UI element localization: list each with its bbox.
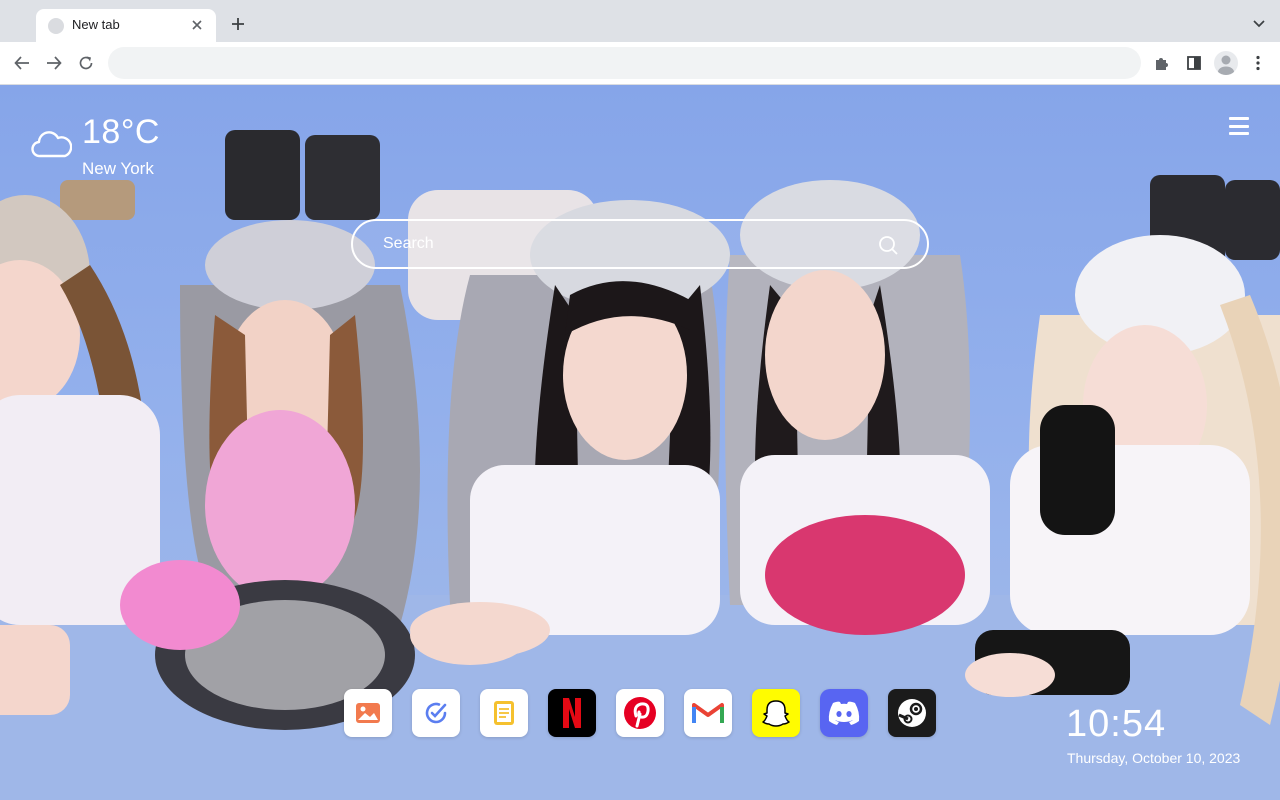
kebab-menu-icon[interactable]	[1248, 53, 1268, 73]
image-icon[interactable]	[344, 689, 392, 737]
search-box[interactable]	[351, 219, 929, 269]
address-input[interactable]	[124, 55, 1125, 71]
city-name: New York	[82, 159, 154, 178]
pinterest-icon[interactable]	[616, 689, 664, 737]
tab-strip: New tab	[0, 0, 1280, 42]
reload-icon[interactable]	[75, 52, 97, 74]
new-tab-plus-icon[interactable]	[228, 14, 248, 34]
side-panel-icon[interactable]	[1184, 53, 1204, 73]
forward-arrow-icon[interactable]	[43, 52, 65, 74]
steam-icon[interactable]	[888, 689, 936, 737]
cloud-icon	[30, 129, 73, 159]
clock-time: 10:54	[1066, 703, 1167, 745]
browser-toolbar	[0, 42, 1280, 85]
tab-new-tab[interactable]: New tab	[36, 9, 216, 42]
checkmark-circle-icon[interactable]	[412, 689, 460, 737]
shortcut-dock	[344, 689, 944, 737]
weather-widget[interactable]: 18°C New York	[30, 111, 180, 181]
hamburger-menu-icon[interactable]	[1229, 117, 1249, 135]
search-input[interactable]	[383, 221, 863, 267]
search-icon[interactable]	[877, 234, 899, 256]
clock-date: Thursday, October 10, 2023	[1067, 750, 1241, 766]
address-bar[interactable]	[108, 47, 1141, 79]
close-icon[interactable]	[188, 16, 206, 34]
temperature: 18°C	[82, 113, 160, 151]
snapchat-ghost-icon[interactable]	[752, 689, 800, 737]
chevron-down-icon[interactable]	[1250, 15, 1268, 33]
netflix-icon[interactable]	[548, 689, 596, 737]
discord-icon[interactable]	[820, 689, 868, 737]
notepad-icon[interactable]	[480, 689, 528, 737]
tab-title: New tab	[72, 17, 120, 32]
tab-favicon-icon	[48, 18, 64, 34]
extensions-puzzle-icon[interactable]	[1152, 53, 1172, 73]
gmail-icon[interactable]	[684, 689, 732, 737]
back-arrow-icon[interactable]	[11, 52, 33, 74]
profile-avatar-icon[interactable]	[1214, 51, 1238, 75]
new-tab-page: 18°C New York Search 10:54 Thursday, Oct…	[0, 85, 1280, 800]
